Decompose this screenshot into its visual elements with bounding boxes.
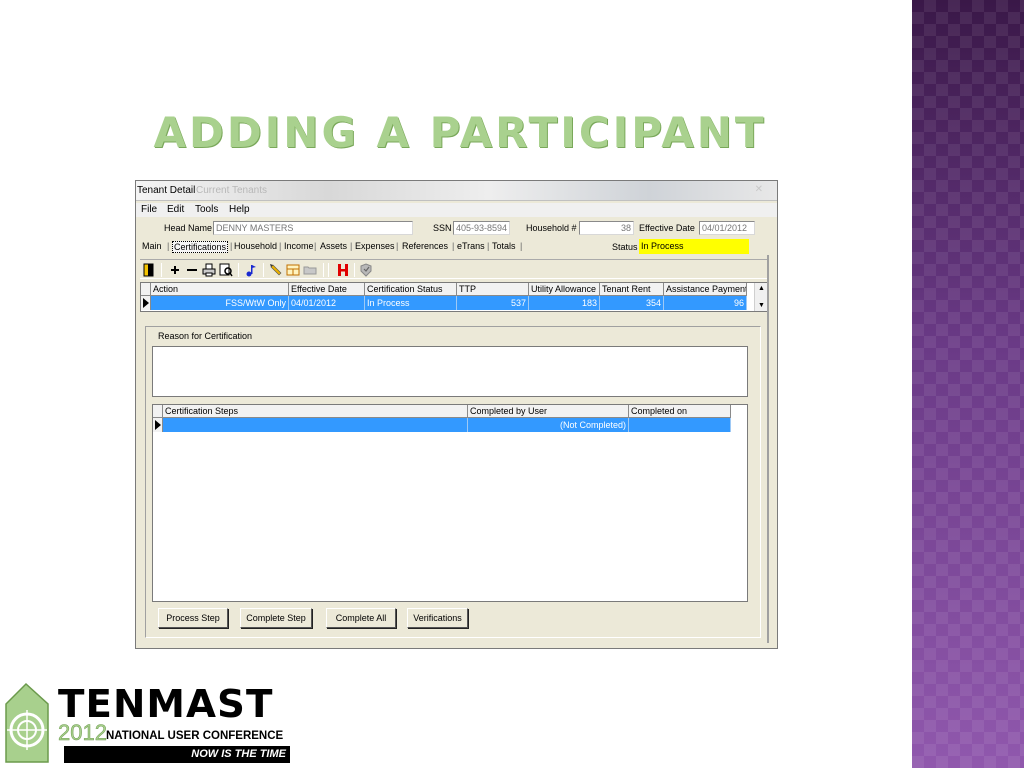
hud-icon[interactable] xyxy=(359,263,373,277)
toolbar-separator xyxy=(323,263,324,277)
window-titlebar[interactable]: Tenant Detail Current Tenants ✕ xyxy=(136,181,777,201)
print-icon[interactable] xyxy=(202,263,216,277)
toolbar-separator xyxy=(354,263,355,277)
toolbar-separator xyxy=(328,263,329,277)
h-icon[interactable] xyxy=(336,263,350,277)
window-inner-border xyxy=(765,255,769,643)
logo-brand: TENMAST xyxy=(58,682,274,726)
effective-date-label: Effective Date xyxy=(639,223,695,233)
tab-separator: | xyxy=(396,241,399,251)
tenant-detail-window: Tenant Detail Current Tenants ✕ File Edi… xyxy=(135,180,778,649)
add-icon[interactable] xyxy=(168,263,182,277)
tab-certifications[interactable]: Certifications xyxy=(172,241,229,253)
logo-tagline: NOW IS THE TIME xyxy=(64,746,290,763)
complete-step-button[interactable]: Complete Step xyxy=(240,608,312,628)
tab-expenses[interactable]: Expenses xyxy=(355,241,395,251)
cell-effective-date[interactable]: 04/01/2012 xyxy=(289,296,365,310)
col-header-completed-on[interactable]: Completed on xyxy=(629,405,731,418)
col-header-ttp[interactable]: TTP xyxy=(457,283,529,296)
tab-separator: | xyxy=(314,241,317,251)
tab-totals[interactable]: Totals xyxy=(492,241,516,251)
tab-assets[interactable]: Assets xyxy=(320,241,347,251)
household-field[interactable]: 38 xyxy=(579,221,634,235)
menu-help[interactable]: Help xyxy=(229,204,250,215)
tab-separator: | xyxy=(167,241,170,251)
close-icon[interactable]: ✕ xyxy=(755,184,763,195)
cell-certification-step[interactable] xyxy=(163,418,468,432)
form-icon[interactable] xyxy=(286,263,300,277)
tab-references[interactable]: References xyxy=(402,241,448,251)
row-indicator-icon xyxy=(153,418,163,432)
scroll-down-icon[interactable]: ▼ xyxy=(758,302,765,309)
effective-date-field[interactable]: 04/01/2012 xyxy=(699,221,755,235)
tab-separator: | xyxy=(520,241,523,251)
tab-separator: | xyxy=(230,241,233,251)
cell-completed-on[interactable] xyxy=(629,418,731,432)
col-header-certification-steps[interactable]: Certification Steps xyxy=(163,405,468,418)
menu-file[interactable]: File xyxy=(141,204,157,215)
cell-assistance-payment[interactable]: 96 xyxy=(664,296,747,310)
tab-separator: | xyxy=(487,241,490,251)
col-header-utility-allowance[interactable]: Utility Allowance xyxy=(529,283,600,296)
tab-separator: | xyxy=(350,241,353,251)
grid-corner xyxy=(153,405,163,418)
tab-household[interactable]: Household xyxy=(234,241,277,251)
ssn-field[interactable]: 405-93-8594 xyxy=(453,221,510,235)
folder-icon[interactable] xyxy=(303,263,317,277)
exit-door-icon[interactable] xyxy=(142,263,156,277)
cell-completed-by-user[interactable]: (Not Completed) xyxy=(468,418,629,432)
slide-title: ADDING A PARTICIPANT xyxy=(153,108,767,157)
tab-separator: | xyxy=(452,241,455,251)
reason-label: Reason for Certification xyxy=(158,331,253,341)
music-note-icon[interactable] xyxy=(244,263,258,277)
col-header-certification-status[interactable]: Certification Status xyxy=(365,283,457,296)
window-title: Tenant Detail xyxy=(137,185,196,196)
cell-tenant-rent[interactable]: 354 xyxy=(600,296,664,310)
remove-icon[interactable] xyxy=(185,263,199,277)
window-title-ghost: Current Tenants xyxy=(196,185,267,196)
tab-separator: | xyxy=(279,241,282,251)
menu-edit[interactable]: Edit xyxy=(167,204,184,215)
complete-all-button[interactable]: Complete All xyxy=(326,608,396,628)
cell-utility-allowance[interactable]: 183 xyxy=(529,296,600,310)
grid-corner xyxy=(141,283,151,296)
col-header-assistance-payment[interactable]: Assistance Payment xyxy=(664,283,747,296)
tenmast-conference-logo: TENMAST 2012 NATIONAL USER CONFERENCE NO… xyxy=(4,682,294,766)
cell-ttp[interactable]: 537 xyxy=(457,296,529,310)
pencil-icon[interactable] xyxy=(269,263,283,277)
tab-income[interactable]: Income xyxy=(284,241,314,251)
certifications-grid: Action Effective Date Certification Stat… xyxy=(140,282,769,312)
toolbar-separator xyxy=(263,263,264,277)
decorative-side-band xyxy=(912,0,1024,768)
col-header-tenant-rent[interactable]: Tenant Rent xyxy=(600,283,664,296)
certification-steps-grid: Certification Steps Completed by User Co… xyxy=(152,404,748,602)
scroll-up-icon[interactable]: ▲ xyxy=(758,285,765,292)
ssn-label: SSN xyxy=(433,223,452,233)
status-label: Status xyxy=(612,242,638,252)
col-header-effective-date[interactable]: Effective Date xyxy=(289,283,365,296)
toolbar-separator xyxy=(238,263,239,277)
tab-etrans[interactable]: eTrans xyxy=(457,241,485,251)
slide: ADDING A PARTICIPANT Tenant Detail Curre… xyxy=(0,0,1024,768)
verifications-button[interactable]: Verifications xyxy=(407,608,468,628)
tab-main[interactable]: Main xyxy=(142,241,162,251)
cell-certification-status[interactable]: In Process xyxy=(365,296,457,310)
reason-textarea[interactable] xyxy=(152,346,748,397)
status-field: In Process xyxy=(639,239,749,254)
head-name-field[interactable]: DENNY MASTERS xyxy=(213,221,413,235)
logo-year: 2012 xyxy=(58,720,107,745)
process-step-button[interactable]: Process Step xyxy=(158,608,228,628)
head-name-label: Head Name xyxy=(164,223,213,233)
household-label: Household # xyxy=(526,223,577,233)
menu-bar: File Edit Tools Help xyxy=(136,203,777,217)
col-header-action[interactable]: Action xyxy=(151,283,289,296)
logo-conference: NATIONAL USER CONFERENCE xyxy=(106,730,284,742)
col-header-completed-by-user[interactable]: Completed by User xyxy=(468,405,629,418)
toolbar xyxy=(140,259,767,279)
print-preview-icon[interactable] xyxy=(219,263,233,277)
cell-action[interactable]: FSS/WtW Only xyxy=(151,296,289,310)
row-indicator-icon xyxy=(141,296,151,310)
menu-tools[interactable]: Tools xyxy=(195,204,218,215)
toolbar-separator xyxy=(161,263,162,277)
